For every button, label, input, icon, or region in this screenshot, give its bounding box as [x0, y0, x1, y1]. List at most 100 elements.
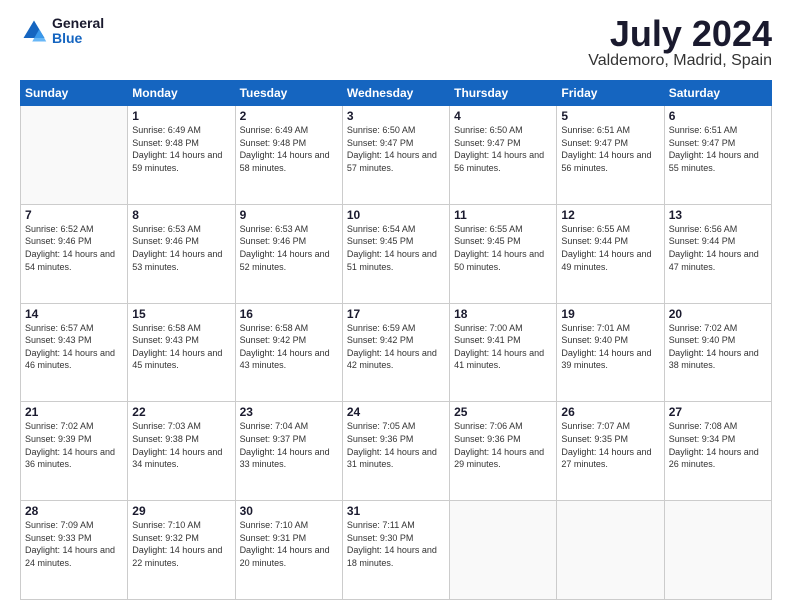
- day-number: 20: [669, 307, 767, 321]
- day-number: 31: [347, 504, 445, 518]
- day-number: 17: [347, 307, 445, 321]
- cell-info: Sunrise: 6:55 AM Sunset: 9:45 PM Dayligh…: [454, 223, 552, 273]
- day-number: 14: [25, 307, 123, 321]
- day-number: 3: [347, 109, 445, 123]
- weekday-header-row: Sunday Monday Tuesday Wednesday Thursday…: [21, 81, 772, 106]
- day-number: 8: [132, 208, 230, 222]
- cell-info: Sunrise: 6:55 AM Sunset: 9:44 PM Dayligh…: [561, 223, 659, 273]
- day-number: 30: [240, 504, 338, 518]
- logo: General Blue: [20, 16, 104, 47]
- table-cell: 24Sunrise: 7:05 AM Sunset: 9:36 PM Dayli…: [342, 402, 449, 501]
- week-row-3: 14Sunrise: 6:57 AM Sunset: 9:43 PM Dayli…: [21, 303, 772, 402]
- header-friday: Friday: [557, 81, 664, 106]
- header-tuesday: Tuesday: [235, 81, 342, 106]
- title-block: July 2024 Valdemoro, Madrid, Spain: [588, 16, 772, 70]
- table-cell: 17Sunrise: 6:59 AM Sunset: 9:42 PM Dayli…: [342, 303, 449, 402]
- day-number: 12: [561, 208, 659, 222]
- cell-info: Sunrise: 7:09 AM Sunset: 9:33 PM Dayligh…: [25, 519, 123, 569]
- table-cell: 26Sunrise: 7:07 AM Sunset: 9:35 PM Dayli…: [557, 402, 664, 501]
- day-number: 10: [347, 208, 445, 222]
- cell-info: Sunrise: 6:50 AM Sunset: 9:47 PM Dayligh…: [454, 124, 552, 174]
- cell-info: Sunrise: 7:01 AM Sunset: 9:40 PM Dayligh…: [561, 322, 659, 372]
- table-cell: 13Sunrise: 6:56 AM Sunset: 9:44 PM Dayli…: [664, 204, 771, 303]
- table-cell: 8Sunrise: 6:53 AM Sunset: 9:46 PM Daylig…: [128, 204, 235, 303]
- cell-info: Sunrise: 7:03 AM Sunset: 9:38 PM Dayligh…: [132, 420, 230, 470]
- day-number: 21: [25, 405, 123, 419]
- day-number: 29: [132, 504, 230, 518]
- day-number: 18: [454, 307, 552, 321]
- header-sunday: Sunday: [21, 81, 128, 106]
- week-row-5: 28Sunrise: 7:09 AM Sunset: 9:33 PM Dayli…: [21, 501, 772, 600]
- header-saturday: Saturday: [664, 81, 771, 106]
- cell-info: Sunrise: 6:54 AM Sunset: 9:45 PM Dayligh…: [347, 223, 445, 273]
- cell-info: Sunrise: 7:08 AM Sunset: 9:34 PM Dayligh…: [669, 420, 767, 470]
- cell-info: Sunrise: 7:11 AM Sunset: 9:30 PM Dayligh…: [347, 519, 445, 569]
- cell-info: Sunrise: 6:56 AM Sunset: 9:44 PM Dayligh…: [669, 223, 767, 273]
- table-cell: 18Sunrise: 7:00 AM Sunset: 9:41 PM Dayli…: [450, 303, 557, 402]
- table-cell: 29Sunrise: 7:10 AM Sunset: 9:32 PM Dayli…: [128, 501, 235, 600]
- cell-info: Sunrise: 6:52 AM Sunset: 9:46 PM Dayligh…: [25, 223, 123, 273]
- table-cell: [557, 501, 664, 600]
- week-row-2: 7Sunrise: 6:52 AM Sunset: 9:46 PM Daylig…: [21, 204, 772, 303]
- header-thursday: Thursday: [450, 81, 557, 106]
- day-number: 15: [132, 307, 230, 321]
- day-number: 13: [669, 208, 767, 222]
- cell-info: Sunrise: 7:02 AM Sunset: 9:39 PM Dayligh…: [25, 420, 123, 470]
- cell-info: Sunrise: 6:58 AM Sunset: 9:42 PM Dayligh…: [240, 322, 338, 372]
- day-number: 16: [240, 307, 338, 321]
- cell-info: Sunrise: 6:51 AM Sunset: 9:47 PM Dayligh…: [561, 124, 659, 174]
- table-cell: [664, 501, 771, 600]
- table-cell: 31Sunrise: 7:11 AM Sunset: 9:30 PM Dayli…: [342, 501, 449, 600]
- cell-info: Sunrise: 6:49 AM Sunset: 9:48 PM Dayligh…: [240, 124, 338, 174]
- table-cell: 23Sunrise: 7:04 AM Sunset: 9:37 PM Dayli…: [235, 402, 342, 501]
- cell-info: Sunrise: 6:49 AM Sunset: 9:48 PM Dayligh…: [132, 124, 230, 174]
- table-cell: 3Sunrise: 6:50 AM Sunset: 9:47 PM Daylig…: [342, 106, 449, 205]
- day-number: 4: [454, 109, 552, 123]
- table-cell: 2Sunrise: 6:49 AM Sunset: 9:48 PM Daylig…: [235, 106, 342, 205]
- calendar-subtitle: Valdemoro, Madrid, Spain: [588, 52, 772, 70]
- cell-info: Sunrise: 6:53 AM Sunset: 9:46 PM Dayligh…: [240, 223, 338, 273]
- cell-info: Sunrise: 7:04 AM Sunset: 9:37 PM Dayligh…: [240, 420, 338, 470]
- cell-info: Sunrise: 6:59 AM Sunset: 9:42 PM Dayligh…: [347, 322, 445, 372]
- logo-text: General Blue: [52, 16, 104, 47]
- table-cell: 20Sunrise: 7:02 AM Sunset: 9:40 PM Dayli…: [664, 303, 771, 402]
- table-cell: 7Sunrise: 6:52 AM Sunset: 9:46 PM Daylig…: [21, 204, 128, 303]
- day-number: 7: [25, 208, 123, 222]
- calendar-title: July 2024: [588, 16, 772, 52]
- day-number: 19: [561, 307, 659, 321]
- table-cell: 25Sunrise: 7:06 AM Sunset: 9:36 PM Dayli…: [450, 402, 557, 501]
- cell-info: Sunrise: 6:57 AM Sunset: 9:43 PM Dayligh…: [25, 322, 123, 372]
- table-cell: 16Sunrise: 6:58 AM Sunset: 9:42 PM Dayli…: [235, 303, 342, 402]
- week-row-4: 21Sunrise: 7:02 AM Sunset: 9:39 PM Dayli…: [21, 402, 772, 501]
- header-wednesday: Wednesday: [342, 81, 449, 106]
- table-cell: 12Sunrise: 6:55 AM Sunset: 9:44 PM Dayli…: [557, 204, 664, 303]
- table-cell: 5Sunrise: 6:51 AM Sunset: 9:47 PM Daylig…: [557, 106, 664, 205]
- day-number: 5: [561, 109, 659, 123]
- table-cell: [450, 501, 557, 600]
- calendar-table: Sunday Monday Tuesday Wednesday Thursday…: [20, 80, 772, 600]
- table-cell: 1Sunrise: 6:49 AM Sunset: 9:48 PM Daylig…: [128, 106, 235, 205]
- cell-info: Sunrise: 7:10 AM Sunset: 9:31 PM Dayligh…: [240, 519, 338, 569]
- table-cell: 21Sunrise: 7:02 AM Sunset: 9:39 PM Dayli…: [21, 402, 128, 501]
- cell-info: Sunrise: 7:00 AM Sunset: 9:41 PM Dayligh…: [454, 322, 552, 372]
- day-number: 27: [669, 405, 767, 419]
- header: General Blue July 2024 Valdemoro, Madrid…: [20, 16, 772, 70]
- logo-icon: [20, 17, 48, 45]
- cell-info: Sunrise: 7:07 AM Sunset: 9:35 PM Dayligh…: [561, 420, 659, 470]
- table-cell: 11Sunrise: 6:55 AM Sunset: 9:45 PM Dayli…: [450, 204, 557, 303]
- day-number: 25: [454, 405, 552, 419]
- day-number: 2: [240, 109, 338, 123]
- day-number: 26: [561, 405, 659, 419]
- table-cell: 10Sunrise: 6:54 AM Sunset: 9:45 PM Dayli…: [342, 204, 449, 303]
- day-number: 23: [240, 405, 338, 419]
- cell-info: Sunrise: 7:05 AM Sunset: 9:36 PM Dayligh…: [347, 420, 445, 470]
- week-row-1: 1Sunrise: 6:49 AM Sunset: 9:48 PM Daylig…: [21, 106, 772, 205]
- day-number: 24: [347, 405, 445, 419]
- day-number: 11: [454, 208, 552, 222]
- cell-info: Sunrise: 7:10 AM Sunset: 9:32 PM Dayligh…: [132, 519, 230, 569]
- table-cell: 9Sunrise: 6:53 AM Sunset: 9:46 PM Daylig…: [235, 204, 342, 303]
- day-number: 28: [25, 504, 123, 518]
- table-cell: [21, 106, 128, 205]
- cell-info: Sunrise: 6:58 AM Sunset: 9:43 PM Dayligh…: [132, 322, 230, 372]
- table-cell: 14Sunrise: 6:57 AM Sunset: 9:43 PM Dayli…: [21, 303, 128, 402]
